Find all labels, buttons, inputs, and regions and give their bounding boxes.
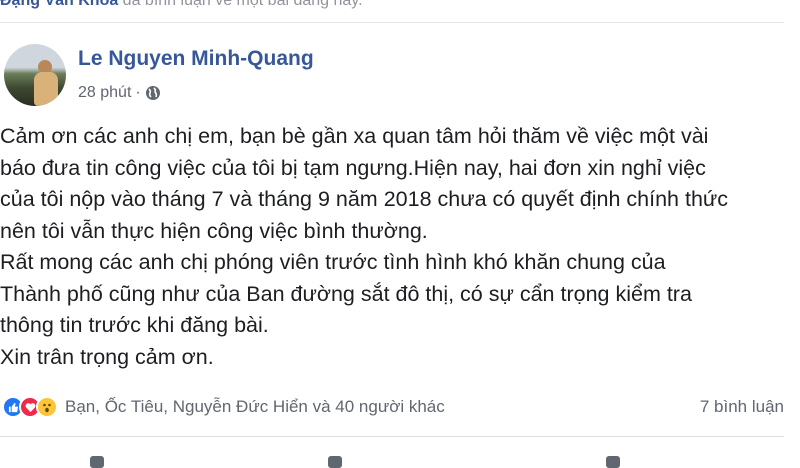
activity-notice: Đặng Văn Khoa đã bình luận về một bài đă…	[0, 0, 800, 12]
comment-action-icon[interactable]	[328, 456, 342, 468]
author-name-link[interactable]: Le Nguyen Minh-Quang	[78, 47, 314, 71]
post-line: của tôi nộp vào tháng 7 và tháng 9 năm 2…	[0, 187, 729, 211]
reaction-names-link[interactable]: Bạn, Ốc Tiêu, Nguyễn Đức Hiển và 40 ngườ…	[65, 397, 445, 417]
post-line: Thành phố cũng như của Ban đường sắt đô …	[0, 281, 692, 306]
post-line: Xin trân trọng cảm ơn.	[0, 344, 214, 369]
comments-count-link[interactable]: 7 bình luận	[700, 397, 784, 417]
notice-actor-link[interactable]: Đặng Văn Khoa	[0, 0, 118, 9]
divider	[0, 436, 784, 437]
post-line: Rất mong các anh chị phóng viên trước tì…	[0, 250, 666, 274]
post-line: báo đưa tin công việc của tôi bị tạm ngư…	[0, 155, 706, 180]
post-line: thông tin trước khi đăng bài.	[0, 313, 269, 337]
wow-icon	[36, 396, 58, 418]
author-avatar[interactable]	[4, 44, 66, 106]
post-line: Cảm ơn các anh chị em, bạn bè gần xa qua…	[0, 124, 709, 148]
reactions-bar: Bạn, Ốc Tiêu, Nguyễn Đức Hiển và 40 ngườ…	[0, 394, 784, 420]
post-text: Cảm ơn các anh chị em, bạn bè gần xa qua…	[0, 121, 795, 373]
reaction-icons[interactable]	[2, 396, 58, 418]
globe-icon[interactable]	[145, 85, 161, 101]
meta-separator: ·	[135, 84, 141, 101]
post-meta: 28 phút ·	[78, 84, 161, 102]
like-action-icon[interactable]	[90, 456, 104, 468]
divider	[0, 22, 784, 23]
post-line: nên tôi vẫn thực hiện công việc bình thư…	[0, 218, 428, 243]
share-action-icon[interactable]	[606, 456, 620, 468]
post-timestamp[interactable]: 28 phút	[78, 84, 131, 102]
notice-text: đã bình luận về một bài đăng này.	[118, 0, 363, 9]
avatar-body	[34, 72, 58, 106]
